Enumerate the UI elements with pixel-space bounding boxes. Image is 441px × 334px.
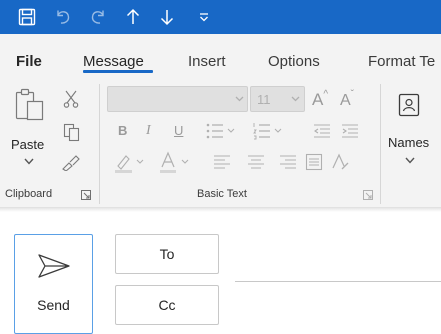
send-label: Send [37,297,70,313]
numbering-icon[interactable] [252,120,282,142]
active-tab-indicator [83,70,153,73]
names-chevron-icon[interactable] [403,154,417,166]
clipboard-launcher-icon[interactable] [80,189,92,201]
down-arrow-icon[interactable] [154,0,180,34]
to-field[interactable] [235,281,441,282]
basic-text-group-label: Basic Text [197,188,247,200]
group-separator [380,84,381,204]
up-arrow-icon[interactable] [120,0,146,34]
title-bar [0,0,441,34]
bold-button[interactable]: B [118,123,127,138]
tab-options[interactable]: Options [268,34,320,78]
align-right-icon[interactable] [278,153,298,171]
clipboard-group-label: Clipboard [5,188,53,200]
names-label[interactable]: Names [388,135,429,150]
font-size-dropdown[interactable]: 11 [250,86,305,112]
increase-indent-icon[interactable] [340,121,360,141]
bullets-icon[interactable] [205,120,235,142]
format-painter-icon[interactable] [60,153,82,171]
basic-text-launcher-icon[interactable] [362,189,374,201]
tab-format-text[interactable]: Format Te [368,34,435,78]
save-icon[interactable] [14,0,40,34]
align-center-icon[interactable] [246,153,266,171]
shrink-font-button[interactable]: Aˇ [340,89,354,110]
grow-font-button[interactable]: A^ [312,89,328,110]
italic-button[interactable]: I [146,123,151,139]
send-button[interactable]: Send [14,234,93,334]
ribbon-divider [0,208,441,212]
paste-icon[interactable] [14,84,46,124]
send-icon [38,254,70,278]
decrease-indent-icon[interactable] [312,121,332,141]
tab-file[interactable]: File [16,34,42,78]
font-size-value: 11 [257,92,271,107]
paste-label[interactable]: Paste [11,137,44,152]
tab-insert[interactable]: Insert [188,34,226,78]
font-color-icon[interactable] [159,150,189,174]
ribbon-tabs: File Message Insert Options Format Te [0,34,441,78]
undo-icon[interactable] [50,0,76,34]
align-left-icon[interactable] [212,153,232,171]
highlight-icon[interactable] [114,150,144,174]
font-name-dropdown[interactable] [107,86,248,112]
redo-icon[interactable] [85,0,111,34]
justify-icon[interactable] [304,152,324,172]
cut-icon[interactable] [62,90,80,108]
copy-icon[interactable] [62,122,80,142]
to-button[interactable]: To [115,234,219,274]
address-book-icon[interactable] [398,92,420,118]
font-dropdown-chevron-icon[interactable] [233,94,245,104]
customize-icon[interactable] [194,0,214,34]
group-separator [99,84,100,204]
cc-button[interactable]: Cc [115,285,219,325]
clear-formatting-icon[interactable] [330,152,352,172]
paste-chevron-icon[interactable] [22,155,36,167]
underline-button[interactable]: U [174,123,183,138]
